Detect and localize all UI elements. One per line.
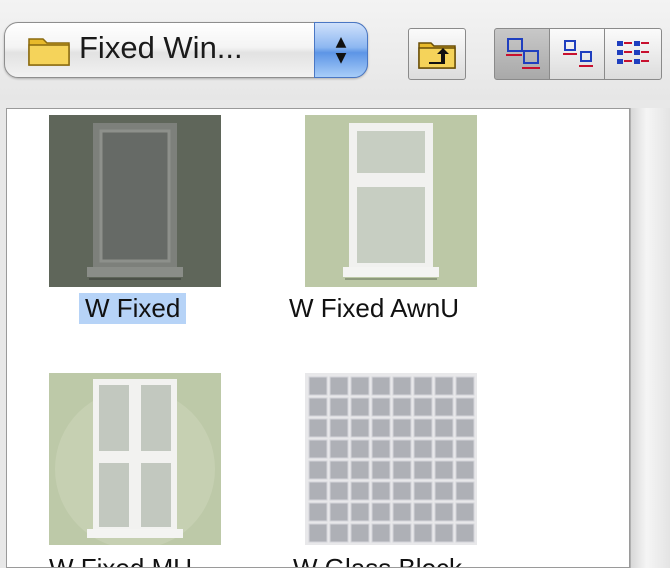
window-fixed-thumbnail xyxy=(49,115,221,287)
small-icon-view-button[interactable] xyxy=(549,28,605,80)
item-label: W Fixed AwnU xyxy=(289,293,460,323)
window-fixed-awning-thumbnail xyxy=(305,115,477,287)
folder-up-icon xyxy=(418,42,456,69)
popup-arrows-icon: ▲ ▼ xyxy=(314,22,368,78)
toolbar: Fixed Win... ▲ ▼ xyxy=(0,0,670,100)
parent-folder-button[interactable] xyxy=(408,28,466,80)
list-view-button[interactable] xyxy=(604,28,662,80)
item-label: W Fixed xyxy=(79,293,187,324)
folder-popup-menu[interactable]: Fixed Win... ▲ ▼ xyxy=(4,22,368,78)
folder-icon xyxy=(28,38,70,66)
item-label: W Glass Block xyxy=(293,553,463,568)
item-label: W Fixed MU xyxy=(49,553,192,568)
object-browser[interactable]: W Fixed W Fixed AwnU W Fixed MU W Glass … xyxy=(6,108,630,568)
large-icon-view-button[interactable] xyxy=(494,28,550,80)
list-view-icon xyxy=(617,41,649,64)
small-icons-icon xyxy=(563,40,593,67)
glass-block-thumbnail xyxy=(305,373,477,545)
folder-popup-label: Fixed Win... xyxy=(79,30,243,65)
window-fixed-mullion-thumbnail xyxy=(49,373,221,545)
large-icons-icon xyxy=(506,38,540,69)
vertical-scrollbar[interactable] xyxy=(630,108,670,568)
